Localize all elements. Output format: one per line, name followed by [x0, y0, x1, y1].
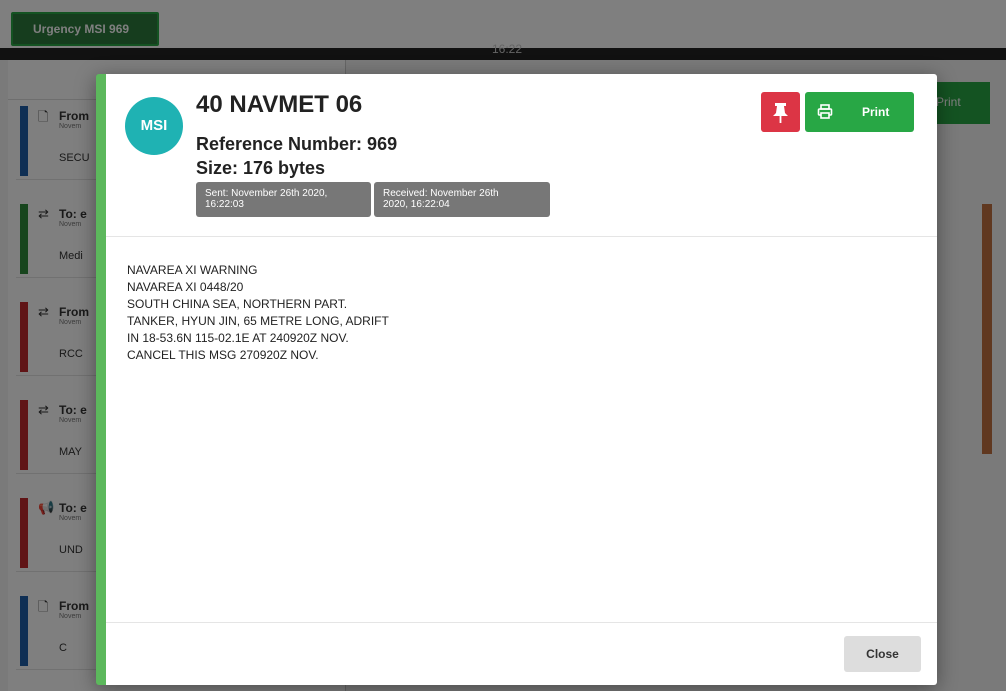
msi-avatar: MSI [125, 97, 183, 155]
modal-footer: Close [106, 622, 937, 685]
message-line: TANKER, HYUN JIN, 65 METRE LONG, ADRIFT [127, 314, 389, 328]
modal-body: NAVAREA XI WARNING NAVAREA XI 0448/20 SO… [106, 238, 937, 622]
message-detail-modal: MSI 40 NAVMET 06 Reference Number: 969 S… [96, 74, 937, 685]
message-line: CANCEL THIS MSG 270920Z NOV. [127, 348, 319, 362]
close-button[interactable]: Close [844, 636, 921, 672]
modal-header: MSI 40 NAVMET 06 Reference Number: 969 S… [106, 74, 937, 237]
printer-icon [817, 104, 833, 123]
received-timestamp-line1: Received: November 26th [383, 188, 499, 199]
reference-number: Reference Number: 969 [196, 134, 398, 154]
message-title: 40 NAVMET 06 [196, 91, 363, 118]
print-button[interactable]: Print [805, 92, 914, 132]
sent-timestamp-badge: Sent: November 26th 2020, 16:22:03 [196, 182, 371, 217]
pin-icon [773, 103, 788, 123]
message-line: NAVAREA XI WARNING [127, 263, 258, 277]
pin-button[interactable] [761, 92, 800, 132]
sent-timestamp-line2: 16:22:03 [205, 199, 244, 210]
message-line: SOUTH CHINA SEA, NORTHERN PART. [127, 297, 348, 311]
message-line: NAVAREA XI 0448/20 [127, 280, 244, 294]
print-button-label: Print [862, 105, 890, 119]
message-line: IN 18-53.6N 115-02.1E AT 240920Z NOV. [127, 331, 349, 345]
sent-timestamp-line1: Sent: November 26th 2020, [205, 188, 328, 199]
received-timestamp-line2: 2020, 16:22:04 [383, 199, 450, 210]
message-size: Size: 176 bytes [196, 158, 326, 178]
received-timestamp-badge: Received: November 26th 2020, 16:22:04 [374, 182, 550, 217]
